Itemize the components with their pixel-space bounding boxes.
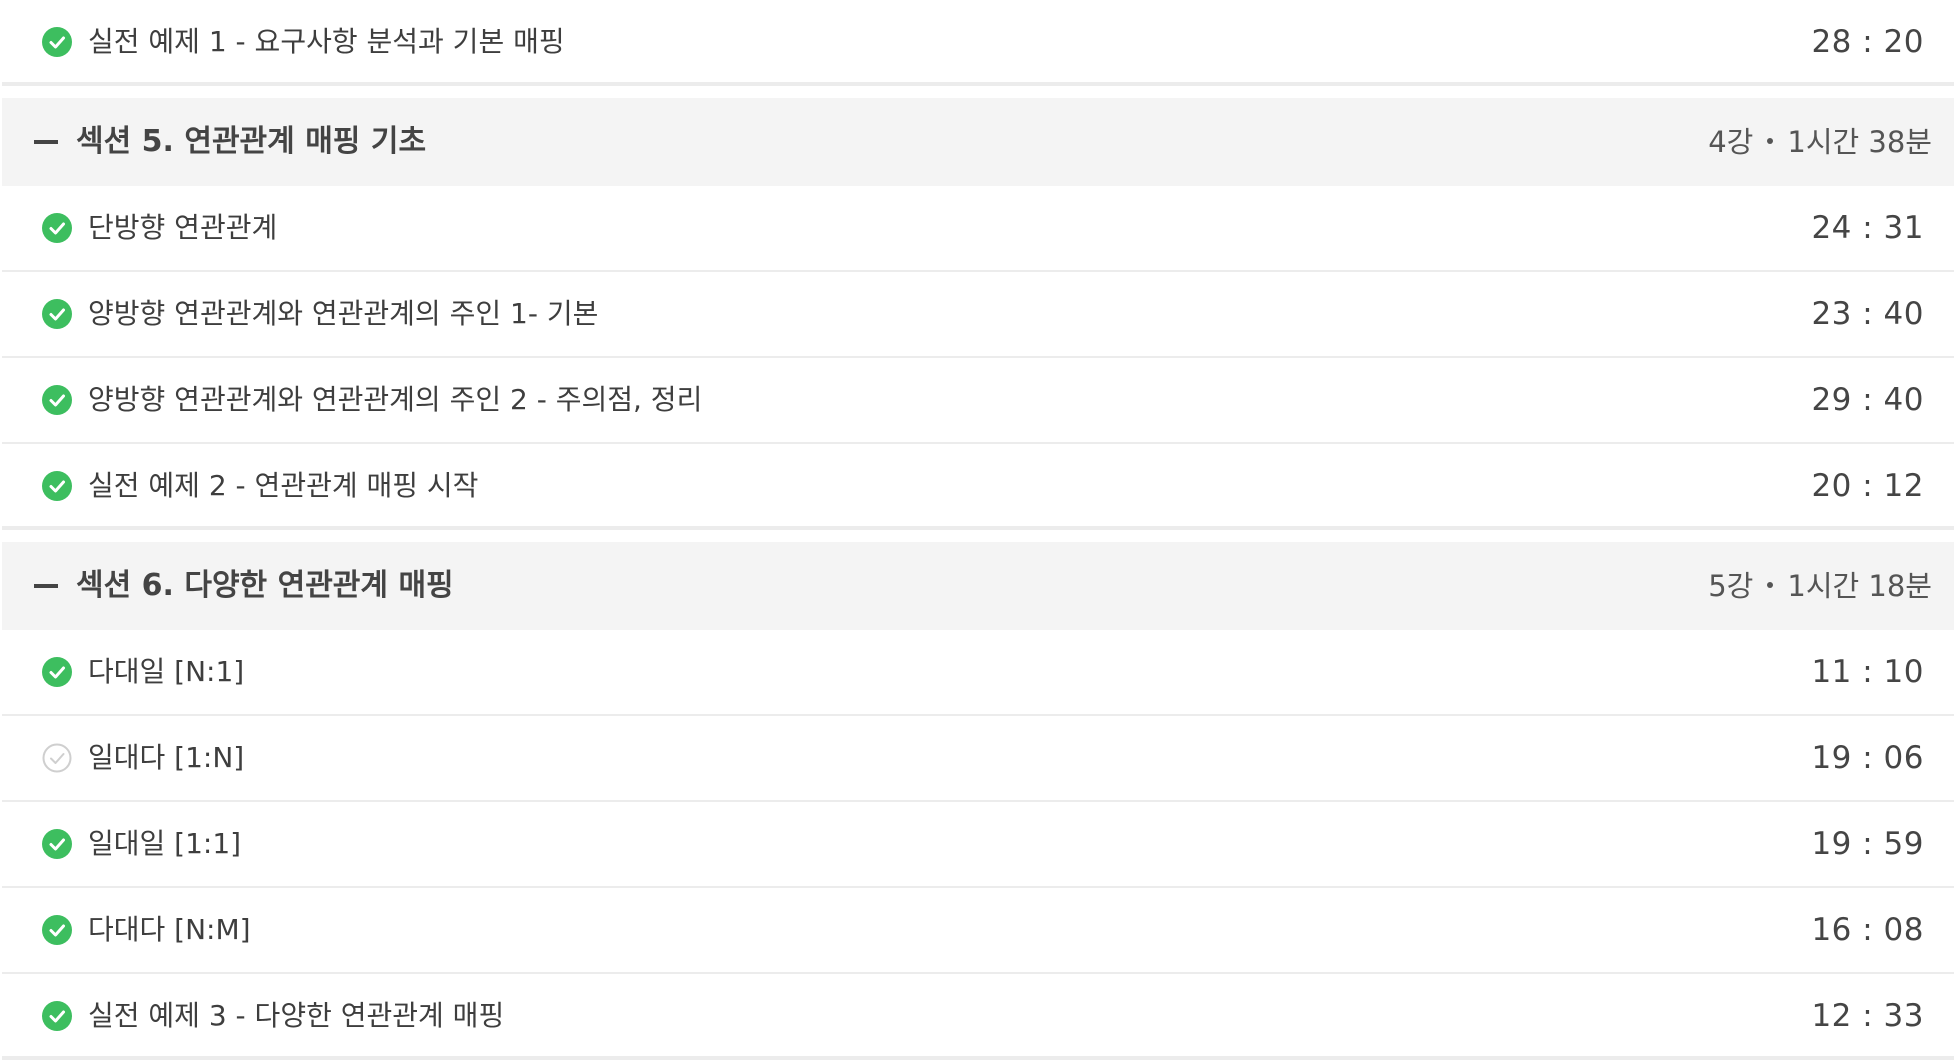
section-title: 섹션 5. 연관관계 매핑 기초 — [76, 124, 427, 159]
lesson-title: 실전 예제 3 - 다양한 연관관계 매핑 — [88, 999, 505, 1032]
lesson-duration: 11 : 10 — [1811, 654, 1924, 690]
lesson-title: 일대일 [1:1] — [88, 827, 242, 860]
lesson-title: 양방향 연관관계와 연관관계의 주인 1- 기본 — [88, 297, 599, 330]
separator-dot — [1767, 582, 1774, 588]
lesson-duration: 16 : 08 — [1811, 912, 1924, 948]
lesson-row[interactable]: 일대다 [1:N] 19 : 06 — [2, 716, 1954, 802]
curriculum-list: 실전 예제 1 - 요구사항 분석과 기본 매핑 28 : 20 섹션 5. 연… — [0, 0, 1960, 1062]
lesson-row[interactable]: 일대일 [1:1] 19 : 59 — [2, 802, 1954, 888]
section-meta: 5강 1시간 18분 — [1708, 542, 1932, 630]
lesson-title: 다대일 [N:1] — [88, 655, 245, 688]
lesson-row[interactable]: 단방향 연관관계 24 : 31 — [2, 186, 1954, 272]
check-circle-icon — [42, 657, 72, 687]
lesson-row[interactable]: 다대다 [N:M] 16 : 08 — [2, 888, 1954, 974]
lesson-title: 양방향 연관관계와 연관관계의 주인 2 - 주의점, 정리 — [88, 383, 703, 416]
collapse-minus-icon[interactable] — [34, 140, 58, 144]
section-4-tail: 실전 예제 1 - 요구사항 분석과 기본 매핑 28 : 20 — [2, 0, 1954, 86]
lesson-title: 실전 예제 1 - 요구사항 분석과 기본 매핑 — [88, 25, 565, 58]
lesson-duration: 19 : 06 — [1811, 740, 1924, 776]
lesson-title: 단방향 연관관계 — [88, 211, 278, 244]
collapse-minus-icon[interactable] — [34, 584, 58, 588]
check-circle-icon — [42, 27, 72, 57]
section-meta: 4강 1시간 38분 — [1708, 98, 1932, 186]
check-circle-icon — [42, 299, 72, 329]
lecture-count: 4강 — [1708, 125, 1754, 159]
lesson-duration: 12 : 33 — [1811, 998, 1924, 1034]
check-circle-icon — [42, 471, 72, 501]
lesson-duration: 23 : 40 — [1811, 296, 1924, 332]
lecture-count: 5강 — [1708, 569, 1754, 603]
section-header[interactable]: 섹션 5. 연관관계 매핑 기초 4강 1시간 38분 — [2, 98, 1954, 186]
check-circle-icon — [42, 1001, 72, 1031]
lesson-duration: 20 : 12 — [1811, 468, 1924, 504]
lesson-row[interactable]: 양방향 연관관계와 연관관계의 주인 1- 기본 23 : 40 — [2, 272, 1954, 358]
check-circle-icon — [42, 385, 72, 415]
lesson-duration: 24 : 31 — [1811, 210, 1924, 246]
section-header[interactable]: 섹션 6. 다양한 연관관계 매핑 5강 1시간 18분 — [2, 542, 1954, 630]
check-circle-icon — [42, 829, 72, 859]
check-circle-icon — [42, 213, 72, 243]
lesson-row[interactable]: 양방향 연관관계와 연관관계의 주인 2 - 주의점, 정리 29 : 40 — [2, 358, 1954, 444]
lesson-row[interactable]: 실전 예제 3 - 다양한 연관관계 매핑 12 : 33 — [2, 974, 1954, 1060]
lesson-title: 일대다 [1:N] — [88, 741, 245, 774]
section-duration: 1시간 18분 — [1787, 569, 1932, 603]
lesson-duration: 29 : 40 — [1811, 382, 1924, 418]
section-6: 섹션 6. 다양한 연관관계 매핑 5강 1시간 18분 다대일 [N:1] 11… — [2, 542, 1954, 1060]
section-title: 섹션 6. 다양한 연관관계 매핑 — [76, 568, 454, 603]
lesson-row[interactable]: 다대일 [N:1] 11 : 10 — [2, 630, 1954, 716]
section-duration: 1시간 38분 — [1787, 125, 1932, 159]
check-circle-icon — [42, 915, 72, 945]
lesson-title: 다대다 [N:M] — [88, 913, 251, 946]
lesson-row[interactable]: 실전 예제 1 - 요구사항 분석과 기본 매핑 28 : 20 — [2, 0, 1954, 86]
separator-dot — [1767, 138, 1774, 144]
lesson-duration: 19 : 59 — [1811, 826, 1924, 862]
lesson-row[interactable]: 실전 예제 2 - 연관관계 매핑 시작 20 : 12 — [2, 444, 1954, 530]
section-5: 섹션 5. 연관관계 매핑 기초 4강 1시간 38분 단방향 연관관계 24 :… — [2, 98, 1954, 530]
check-circle-outline-icon — [42, 743, 72, 773]
lesson-title: 실전 예제 2 - 연관관계 매핑 시작 — [88, 469, 479, 502]
lesson-duration: 28 : 20 — [1811, 24, 1924, 60]
